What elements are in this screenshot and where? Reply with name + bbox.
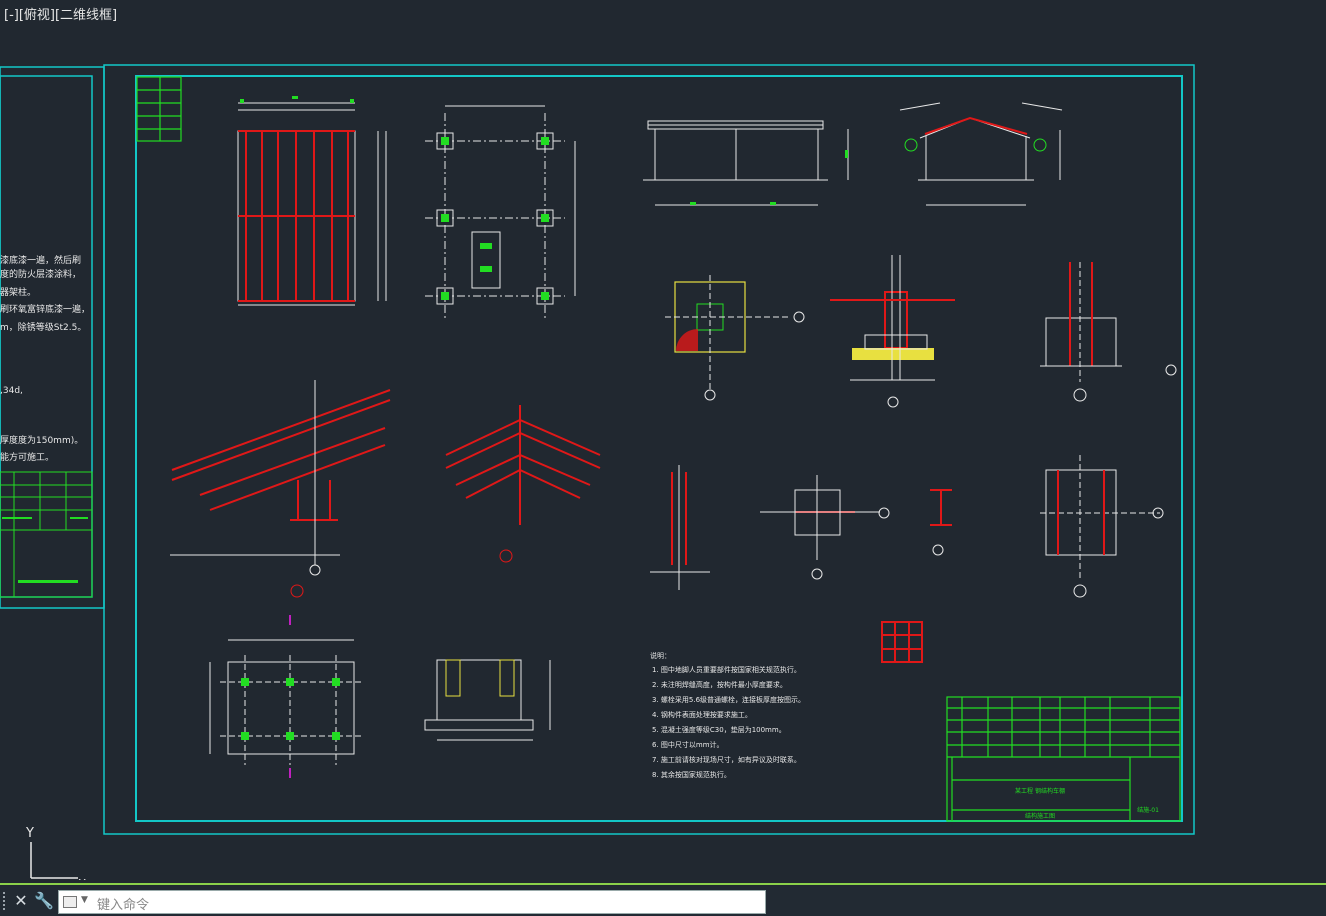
left-note-line: 度的防火层漆涂料，	[0, 268, 81, 280]
notes-line: 1. 图中地脚人员重要部件按国家相关规范执行。	[652, 665, 801, 674]
chevron-down-icon[interactable]: ▼	[81, 895, 88, 905]
left-note-line: 器架柱。	[0, 286, 36, 298]
notes-line: 7. 施工前请核对现场尺寸，如有异议及时联系。	[652, 755, 801, 764]
front-elevation	[643, 120, 849, 206]
left-note-line: m，除锈等级St2.5。	[0, 321, 86, 333]
notes-line: 4. 钢构件表面处理按要求施工。	[652, 710, 752, 719]
title-block-drawing-number: 结施-01	[1137, 806, 1159, 814]
title-block-drawing-name: 结构施工图	[1025, 812, 1055, 820]
title-block	[946, 696, 1181, 822]
foundation-section	[424, 659, 551, 741]
notes-line: 8. 其余按国家规范执行。	[652, 770, 731, 779]
side-elevation	[899, 102, 1063, 206]
notes-line: 2. 未注明焊缝高度，按构件最小厚度要求。	[652, 680, 787, 689]
command-line-divider	[0, 883, 1326, 885]
left-note-line: 能方可施工。	[0, 451, 54, 463]
pedestal-section	[1040, 262, 1177, 402]
command-input[interactable]: ▼ 键入命令	[58, 890, 766, 914]
column-layout-plan	[425, 105, 576, 318]
notes-heading: 说明：	[650, 651, 671, 660]
ucs-x-label: X	[78, 877, 86, 880]
left-note-line: ,34d,	[0, 386, 23, 396]
ucs-y-label: Y	[25, 826, 34, 841]
sheet-corner-table	[136, 76, 182, 142]
ucs-icon	[30, 842, 78, 879]
wrench-icon[interactable]: 🔧	[34, 891, 54, 911]
notes-line: 5. 混凝土强度等级C30，垫层为100mm。	[652, 725, 786, 734]
foundation-plan	[209, 615, 364, 778]
title-block-project: 某工程 钢结构车棚	[1015, 787, 1065, 795]
small-plate-detail	[881, 621, 923, 663]
command-input-placeholder: 键入命令	[97, 898, 150, 913]
left-sheet: 漆底漆一遍，然后刷度的防火层漆涂料， 器架柱。刷环氧富锌底漆一遍， m，除锈等级St…	[0, 66, 105, 609]
notes-line: 3. 螺栓采用5.6级普通螺栓，连接板厚度按图示。	[652, 695, 805, 704]
base-plate-detail	[665, 275, 805, 401]
sheet-inner-frame	[135, 75, 1183, 822]
left-note-line: 厚度度为150mm)。	[0, 434, 83, 446]
anchor-plate-detail	[1040, 455, 1164, 598]
column-base-section	[830, 255, 955, 408]
column-splice-details	[650, 465, 952, 590]
left-note-line: 漆底漆一遍，然后刷	[0, 254, 81, 266]
eave-connection-detail	[170, 380, 391, 598]
command-line-grip[interactable]	[3, 892, 9, 910]
general-notes: 说明： 1. 图中地脚人员重要部件按国家相关规范执行。 2. 未注明焊缝高度，按构件…	[650, 651, 805, 779]
close-icon[interactable]: ✕	[12, 891, 30, 911]
drawing-canvas[interactable]: 漆底漆一遍，然后刷度的防火层漆涂料， 器架柱。刷环氧富锌底漆一遍， m，除锈等级St…	[0, 0, 1326, 880]
command-prompt-icon[interactable]	[63, 896, 77, 908]
notes-line: 6. 图中尺寸以mm计。	[652, 740, 724, 749]
roof-framing-plan	[237, 96, 387, 306]
ridge-connection-detail	[445, 405, 601, 563]
left-note-line: 刷环氧富锌底漆一遍，	[0, 303, 90, 315]
